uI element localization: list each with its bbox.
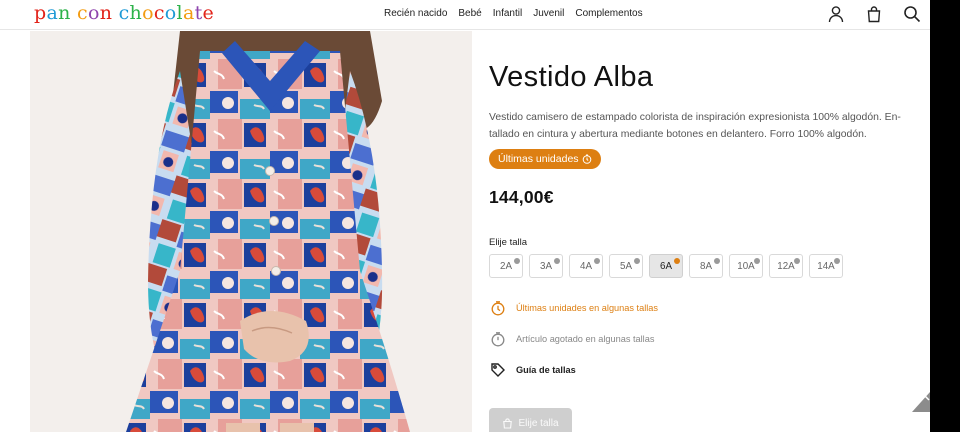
size-option-label: 6A [660, 260, 672, 272]
screen-edge [930, 0, 960, 432]
size-option[interactable]: 10A [729, 254, 763, 278]
product-photo[interactable] [30, 31, 472, 432]
bag-icon[interactable] [864, 4, 884, 24]
user-icon[interactable] [826, 4, 846, 24]
size-option[interactable]: 8A [689, 254, 723, 278]
dress-illustration [30, 31, 472, 432]
main-nav: Recién nacido Bebé Infantil Juvenil Compleme… [384, 8, 643, 19]
stock-indicator-dot [594, 258, 600, 264]
stock-indicator-dot [554, 258, 560, 264]
site-header: pan con chocolate Recién nacido Bebé Infan… [0, 0, 930, 30]
size-option-label: 3A [540, 260, 552, 272]
brand-logo[interactable]: pan con chocolate [34, 2, 214, 24]
stock-indicator-dot [714, 258, 720, 264]
last-units-note: Últimas unidades en algunas tallas [489, 299, 658, 316]
choose-size-label: Elije talla [518, 417, 559, 429]
size-option[interactable]: 3A [529, 254, 563, 278]
stock-indicator-dot [794, 258, 800, 264]
sold-out-text: Artículo agotado en algunas tallas [516, 333, 655, 344]
nav-item[interactable]: Bebé [458, 8, 481, 19]
size-option-label: 5A [620, 260, 632, 272]
last-units-badge: Últimas unidades [489, 149, 601, 169]
badge-label: Últimas unidades [498, 153, 579, 165]
stock-indicator-dot [514, 258, 520, 264]
stock-indicator-dot [674, 258, 680, 264]
bag-icon [503, 417, 513, 429]
size-option-label: 2A [500, 260, 512, 272]
size-option[interactable]: 12A [769, 254, 803, 278]
sold-out-note: Artículo agotado en algunas tallas [489, 330, 654, 347]
stock-indicator-dot [634, 258, 640, 264]
nav-item[interactable]: Recién nacido [384, 8, 447, 19]
timer-icon [582, 154, 591, 164]
size-option[interactable]: 2A [489, 254, 523, 278]
nav-item[interactable]: Complementos [575, 8, 642, 19]
size-option-label: 10A [737, 260, 755, 272]
timer-icon [489, 299, 506, 316]
size-option[interactable]: 6A [649, 254, 683, 278]
size-option-label: 8A [700, 260, 712, 272]
size-option[interactable]: 4A [569, 254, 603, 278]
stock-indicator-dot [834, 258, 840, 264]
product-title: Vestido Alba [489, 61, 654, 93]
last-units-text: Últimas unidades en algunas tallas [516, 302, 658, 313]
choose-size-button[interactable]: Elije talla [489, 408, 572, 432]
product-description: Vestido camisero de estampado colorista … [489, 112, 901, 140]
stock-indicator-dot [754, 258, 760, 264]
size-label: Elije talla [489, 237, 528, 248]
tag-icon [489, 361, 506, 378]
product-info: Vestido Alba Vestido camisero de estampa… [489, 31, 930, 432]
search-icon[interactable] [902, 4, 922, 24]
size-option[interactable]: 14A [809, 254, 843, 278]
size-option-label: 12A [777, 260, 795, 272]
size-selector: 2A 3A 4A 5A 6A 8A 10A 12A 14A [489, 254, 843, 278]
size-option[interactable]: 5A [609, 254, 643, 278]
size-option-label: 4A [580, 260, 592, 272]
arrow-up-icon [912, 392, 930, 412]
scroll-top-button[interactable] [912, 390, 930, 412]
size-guide-link[interactable]: Guía de tallas [489, 361, 576, 378]
nav-item[interactable]: Juvenil [533, 8, 564, 19]
size-guide-text: Guía de tallas [516, 364, 576, 375]
page-frame: pan con chocolate Recién nacido Bebé Infan… [0, 0, 930, 432]
size-option-label: 14A [817, 260, 835, 272]
nav-item[interactable]: Infantil [493, 8, 522, 19]
timer-icon [489, 330, 506, 347]
product-price: 144,00€ [489, 187, 554, 207]
header-actions [826, 4, 922, 24]
